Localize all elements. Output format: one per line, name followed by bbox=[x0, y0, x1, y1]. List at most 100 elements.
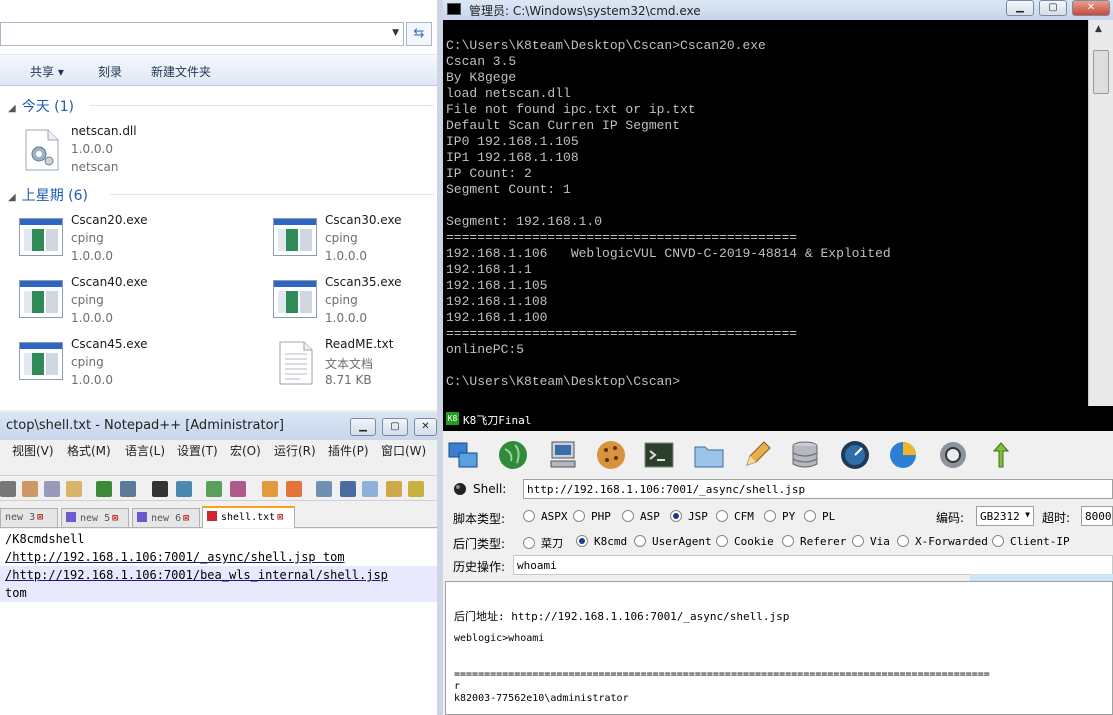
maximize-icon[interactable]: ▢ bbox=[1039, 0, 1067, 16]
sync-v-icon[interactable] bbox=[262, 481, 278, 497]
group-label: 上星期 (6) bbox=[21, 188, 88, 204]
tab-new-6[interactable]: new 6 ⊠ bbox=[132, 508, 200, 527]
minimize-icon[interactable]: ▁ bbox=[350, 418, 376, 436]
radio-client-ip[interactable]: Client-IP bbox=[992, 535, 1070, 548]
shell-url-input[interactable]: http://192.168.1.106:7001/_async/shell.j… bbox=[523, 479, 1113, 499]
file-name[interactable]: ReadME.txt bbox=[325, 337, 393, 351]
radio-cfm[interactable]: CFM bbox=[716, 510, 754, 523]
close-icon[interactable]: ✕ bbox=[1072, 0, 1110, 16]
speedometer-icon[interactable] bbox=[839, 439, 871, 471]
radio-cookie[interactable]: Cookie bbox=[716, 535, 774, 548]
folder-icon[interactable] bbox=[408, 481, 424, 497]
file-name[interactable]: Cscan40.exe bbox=[71, 275, 148, 289]
folder-icon[interactable] bbox=[693, 439, 725, 471]
scrollbar-thumb[interactable] bbox=[1093, 50, 1109, 94]
timeout-input[interactable]: 80000 bbox=[1081, 506, 1113, 526]
radio-pl[interactable]: PL bbox=[804, 510, 835, 523]
doc-map-icon[interactable] bbox=[386, 481, 402, 497]
file-name[interactable]: netscan.dll bbox=[71, 124, 137, 138]
file-name[interactable]: Cscan20.exe bbox=[71, 213, 148, 227]
pencil-icon[interactable] bbox=[741, 439, 773, 471]
history-input[interactable]: whoami bbox=[513, 555, 1113, 575]
scroll-up-icon[interactable]: ▲ bbox=[1095, 24, 1102, 34]
pie-chart-icon[interactable] bbox=[887, 439, 919, 471]
cut-icon[interactable] bbox=[22, 481, 38, 497]
replace-icon[interactable] bbox=[176, 481, 192, 497]
menu-view[interactable]: 视图(V) bbox=[12, 442, 54, 459]
console-line: IP0 192.168.1.105 bbox=[446, 134, 579, 149]
explorer-window: ▼ ⇆ 共享 ▾ 刻录 新建文件夹 ◢ 今天 (1) netscan.dll 1.… bbox=[0, 0, 437, 410]
explorer-toolbar: 共享 ▾ 刻录 新建文件夹 bbox=[0, 54, 437, 86]
maximize-icon[interactable]: ▢ bbox=[382, 418, 408, 436]
refresh-icon[interactable]: ⇆ bbox=[406, 22, 432, 46]
network-icon[interactable] bbox=[447, 439, 479, 471]
new-folder-button[interactable]: 新建文件夹 bbox=[151, 63, 211, 80]
radio-via[interactable]: Via bbox=[852, 535, 890, 548]
tab-new-5[interactable]: new 5 ⊠ bbox=[61, 508, 129, 527]
radio-php[interactable]: PHP bbox=[573, 510, 611, 523]
editor-area[interactable]: /K8cmdshell /http://192.168.1.106:7001/_… bbox=[0, 529, 437, 715]
collapse-icon[interactable]: ◢ bbox=[8, 192, 16, 203]
radio-py[interactable]: PY bbox=[764, 510, 795, 523]
collapse-icon[interactable]: ◢ bbox=[8, 103, 16, 114]
cookie-icon[interactable] bbox=[595, 439, 627, 471]
close-icon: ⊠ bbox=[277, 512, 284, 523]
menu-plugins[interactable]: 插件(P) bbox=[328, 442, 369, 459]
radio-jsp[interactable]: JSP bbox=[670, 510, 708, 523]
group-header-last-week[interactable]: ◢ 上星期 (6) bbox=[8, 185, 88, 205]
show-symbols-icon[interactable] bbox=[340, 481, 356, 497]
undo-icon[interactable] bbox=[96, 481, 112, 497]
tab-new-3[interactable]: new 3 ⊠ bbox=[0, 508, 58, 527]
paste-icon[interactable] bbox=[66, 481, 82, 497]
menu-language[interactable]: 语言(L) bbox=[125, 442, 165, 459]
tab-shell-txt[interactable]: shell.txt ⊠ bbox=[202, 506, 295, 528]
branch-arrow-icon[interactable] bbox=[985, 439, 1017, 471]
radio-useragent[interactable]: UserAgent bbox=[634, 535, 712, 548]
magnifier-icon[interactable] bbox=[937, 439, 969, 471]
file-version: 1.0.0.0 bbox=[71, 142, 113, 156]
file-description: cping bbox=[325, 293, 358, 307]
zoom-in-icon[interactable] bbox=[206, 481, 222, 497]
share-button[interactable]: 共享 ▾ bbox=[30, 63, 64, 80]
close-icon[interactable]: ✕ bbox=[414, 418, 437, 436]
print-icon[interactable] bbox=[0, 481, 16, 497]
radio-aspx[interactable]: ASPX bbox=[523, 510, 568, 523]
radio-referer[interactable]: Referer bbox=[782, 535, 846, 548]
terminal-icon[interactable] bbox=[643, 439, 675, 471]
menu-macro[interactable]: 宏(O) bbox=[230, 442, 261, 459]
encoding-select[interactable]: GB2312 ▼ bbox=[976, 506, 1034, 526]
address-bar[interactable]: ▼ bbox=[0, 22, 404, 46]
file-size: 8.71 KB bbox=[325, 373, 372, 387]
globe-icon[interactable] bbox=[497, 439, 529, 471]
redo-icon[interactable] bbox=[120, 481, 136, 497]
group-header-today[interactable]: ◢ 今天 (1) bbox=[8, 96, 74, 116]
radio-k8cmd[interactable]: K8cmd bbox=[576, 535, 627, 548]
find-icon[interactable] bbox=[152, 481, 168, 497]
radio-x-forwarded[interactable]: X-Forwarded bbox=[897, 535, 988, 548]
minimize-icon[interactable]: ▁ bbox=[1006, 0, 1034, 16]
chevron-down-icon[interactable]: ▼ bbox=[392, 28, 399, 38]
menu-window[interactable]: 窗口(W) bbox=[381, 442, 426, 459]
indent-guide-icon[interactable] bbox=[362, 481, 378, 497]
console-line: onlinePC:5 bbox=[446, 342, 525, 357]
file-name[interactable]: Cscan30.exe bbox=[325, 213, 402, 227]
database-icon[interactable] bbox=[789, 439, 821, 471]
copy-icon[interactable] bbox=[44, 481, 60, 497]
burn-button[interactable]: 刻录 bbox=[98, 63, 122, 80]
menu-format[interactable]: 格式(M) bbox=[67, 442, 111, 459]
dll-file-icon bbox=[22, 128, 66, 171]
file-name[interactable]: Cscan45.exe bbox=[71, 337, 148, 351]
radio-asp[interactable]: ASP bbox=[622, 510, 660, 523]
wrap-icon[interactable] bbox=[316, 481, 332, 497]
console-output[interactable]: C:\Users\K8team\Desktop\Cscan>Cscan20.ex… bbox=[443, 20, 1088, 406]
file-name[interactable]: Cscan35.exe bbox=[325, 275, 402, 289]
divider bbox=[90, 105, 434, 106]
menu-run[interactable]: 运行(R) bbox=[274, 442, 316, 459]
sync-h-icon[interactable] bbox=[286, 481, 302, 497]
zoom-out-icon[interactable] bbox=[230, 481, 246, 497]
vertical-scrollbar[interactable]: ▲ bbox=[1088, 20, 1113, 406]
output-panel[interactable]: 后门地址: http://192.168.1.106:7001/_async/s… bbox=[445, 581, 1113, 715]
menu-settings[interactable]: 设置(T) bbox=[177, 442, 218, 459]
computer-icon[interactable] bbox=[547, 439, 579, 471]
radio-caidao[interactable]: 菜刀 bbox=[523, 535, 563, 551]
